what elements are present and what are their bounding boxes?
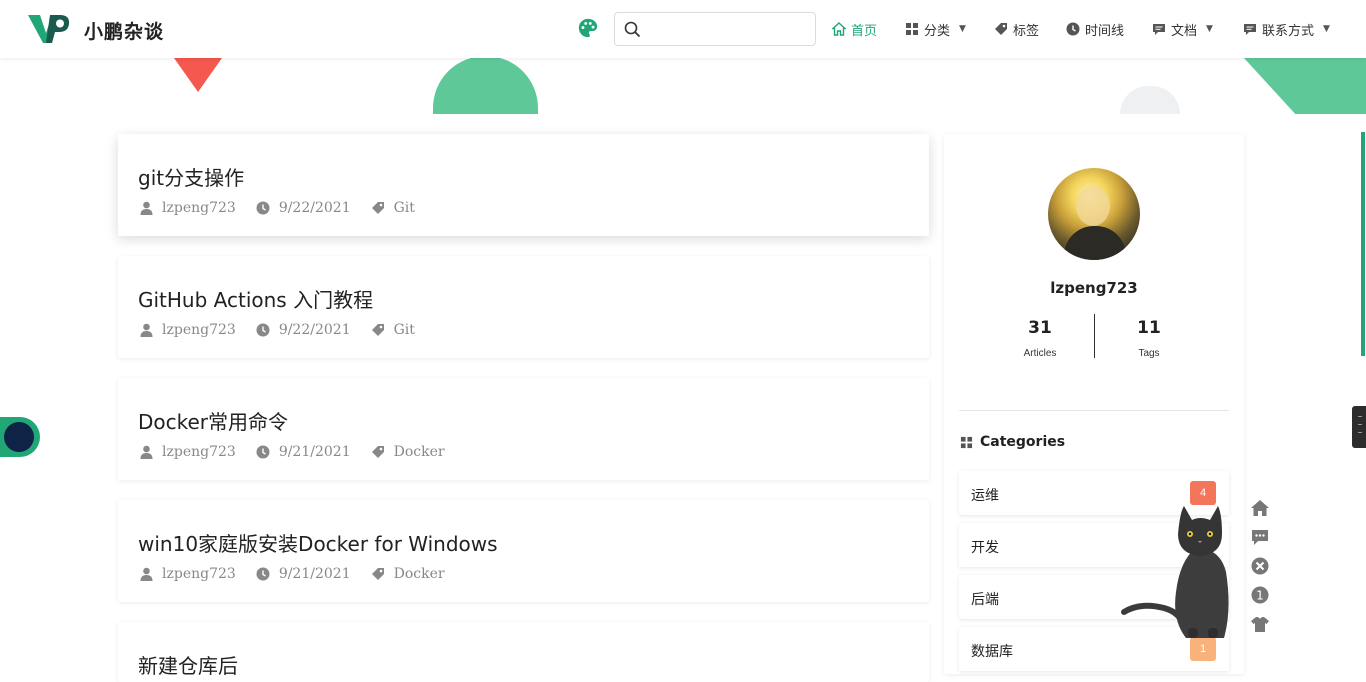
chevron-down-icon: ▼ <box>1206 24 1213 34</box>
nav-home-label: 首页 <box>851 23 878 39</box>
articles-count: 31 <box>1028 318 1052 338</box>
categories-heading-label: Categories <box>980 434 1066 450</box>
article-tag[interactable]: Docker <box>394 444 445 460</box>
nav-timeline-label: 时间线 <box>1085 23 1125 39</box>
article-title[interactable]: win10家庭版安装Docker for Windows <box>138 528 498 557</box>
info-icon[interactable]: 1 <box>1250 585 1270 605</box>
article-date: 9/21/2021 <box>278 444 351 460</box>
category-name: 开发 <box>971 540 999 556</box>
article-author[interactable]: lzpeng723 <box>162 444 236 460</box>
article-author[interactable]: lzpeng723 <box>162 200 236 216</box>
nav-timeline[interactable]: 时间线 <box>1066 19 1124 39</box>
search-box[interactable] <box>614 12 816 46</box>
player-cover-icon <box>4 422 34 452</box>
nav-docs-label: 文档 <box>1171 23 1198 39</box>
tag-icon <box>371 446 384 458</box>
home-icon[interactable] <box>1250 498 1270 518</box>
tag-icon <box>371 568 384 580</box>
top-navbar: 小鹏杂谈 首页 分类 ▼ 标签 时间线 文档 ▼ 联系方式 ▼ <box>0 0 1366 58</box>
svg-text:1: 1 <box>1256 589 1264 603</box>
article-tag[interactable]: Docker <box>394 566 445 582</box>
decorative-parallelogram <box>1244 58 1366 114</box>
article-tag[interactable]: Git <box>394 322 415 338</box>
decorative-semicircle <box>433 56 538 114</box>
profile-name: lzpeng723 <box>1050 279 1138 297</box>
article-meta: lzpeng723 9/22/2021 Git <box>140 322 435 338</box>
tags-label: Tags <box>1138 348 1160 359</box>
tag-icon <box>995 23 1007 35</box>
grid-icon <box>960 436 973 448</box>
tags-count: 11 <box>1137 318 1161 338</box>
comment-icon <box>1244 24 1256 35</box>
shirt-icon[interactable] <box>1250 614 1270 634</box>
user-icon <box>140 445 153 459</box>
user-icon <box>140 567 153 581</box>
article-card[interactable]: 新建仓库后 <box>118 622 929 682</box>
category-name: 数据库 <box>971 644 1013 660</box>
grid-icon <box>906 23 918 35</box>
search-icon <box>624 21 641 38</box>
tag-icon <box>371 324 384 336</box>
article-card[interactable]: GitHub Actions 入门教程 lzpeng723 9/22/2021 … <box>118 256 929 358</box>
article-title[interactable]: git分支操作 <box>138 162 244 191</box>
close-icon[interactable] <box>1250 556 1270 576</box>
user-icon <box>140 323 153 337</box>
article-card[interactable]: git分支操作 lzpeng723 9/22/2021 Git <box>118 134 929 236</box>
site-title[interactable]: 小鹏杂谈 <box>84 17 164 44</box>
site-logo[interactable] <box>26 11 70 47</box>
comment-icon[interactable] <box>1250 527 1270 547</box>
clock-icon <box>256 323 270 337</box>
categories-heading: Categories <box>960 434 1065 450</box>
nav-categories-label: 分类 <box>924 23 951 39</box>
category-name: 运维 <box>971 488 999 504</box>
floating-toolbar: 1 <box>1250 498 1272 643</box>
search-input[interactable] <box>651 17 809 41</box>
avatar <box>1048 168 1140 260</box>
nav-tags[interactable]: 标签 <box>994 19 1039 39</box>
article-date: 9/21/2021 <box>278 566 351 582</box>
nav-contact[interactable]: 联系方式 ▼ <box>1243 19 1330 39</box>
article-card[interactable]: Docker常用命令 lzpeng723 9/21/2021 Docker <box>118 378 929 480</box>
comment-icon <box>1153 24 1165 35</box>
category-name: 后端 <box>971 592 999 608</box>
nav-contact-label: 联系方式 <box>1262 23 1315 39</box>
article-title[interactable]: 新建仓库后 <box>138 650 238 679</box>
article-meta: lzpeng723 9/21/2021 Docker <box>140 444 465 460</box>
clock-icon <box>1066 22 1080 36</box>
article-title[interactable]: GitHub Actions 入门教程 <box>138 284 373 313</box>
articles-label: Articles <box>1023 348 1057 359</box>
nav-categories[interactable]: 分类 ▼ <box>905 19 966 39</box>
article-title[interactable]: Docker常用命令 <box>138 406 288 435</box>
nav-tags-label: 标签 <box>1013 23 1040 39</box>
side-drawer-handle[interactable] <box>1352 406 1366 448</box>
divider <box>959 410 1229 411</box>
chevron-down-icon: ▼ <box>959 24 966 34</box>
clock-icon <box>256 567 270 581</box>
tag-icon <box>371 202 384 214</box>
scroll-progress-bar <box>1361 132 1365 356</box>
home-icon <box>832 22 846 36</box>
article-date: 9/22/2021 <box>278 200 351 216</box>
clock-icon <box>256 201 270 215</box>
music-player-toggle[interactable] <box>0 417 40 457</box>
article-author[interactable]: lzpeng723 <box>162 566 236 582</box>
article-author[interactable]: lzpeng723 <box>162 322 236 338</box>
article-card[interactable]: win10家庭版安装Docker for Windows lzpeng723 9… <box>118 500 929 602</box>
article-date: 9/22/2021 <box>278 322 351 338</box>
article-meta: lzpeng723 9/22/2021 Git <box>140 200 435 216</box>
article-meta: lzpeng723 9/21/2021 Docker <box>140 566 465 582</box>
chevron-down-icon: ▼ <box>1323 24 1330 34</box>
nav-home[interactable]: 首页 <box>832 19 877 39</box>
user-icon <box>140 201 153 215</box>
articles-stat[interactable]: 31 Articles <box>985 318 1095 359</box>
article-tag[interactable]: Git <box>394 200 415 216</box>
decorative-grey-dome <box>1120 86 1180 114</box>
nav-docs[interactable]: 文档 ▼ <box>1152 19 1213 39</box>
cat-mascot[interactable] <box>1120 500 1232 642</box>
decorative-triangle <box>174 58 222 92</box>
palette-icon[interactable] <box>577 17 599 39</box>
tags-stat[interactable]: 11 Tags <box>1094 318 1204 359</box>
clock-icon <box>256 445 270 459</box>
